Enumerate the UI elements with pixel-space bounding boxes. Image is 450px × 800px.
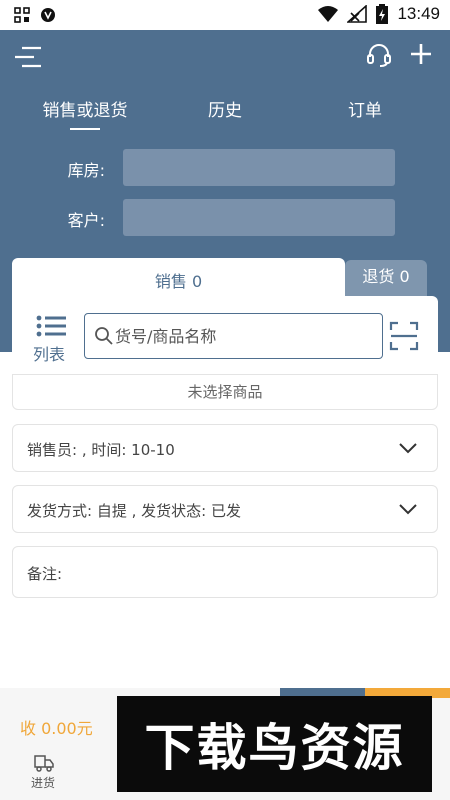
- search-input[interactable]: [115, 322, 375, 350]
- customer-field[interactable]: [123, 199, 395, 236]
- shipping-text: 发货方式: 自提 , 发货状态: 已发: [27, 502, 241, 520]
- menu-icon[interactable]: [14, 45, 42, 69]
- battery-icon: [376, 4, 389, 24]
- stock-label[interactable]: 进货: [31, 774, 55, 791]
- watermark: 下载鸟资源: [117, 696, 432, 792]
- empty-goods-message: 未选择商品: [12, 374, 438, 410]
- apps-icon: [14, 7, 30, 23]
- chevron-down-icon: [399, 443, 417, 454]
- seller-text: 销售员: , 时间: 10-10: [27, 441, 175, 459]
- active-tab-indicator: [70, 128, 100, 130]
- shield-icon: [41, 8, 55, 22]
- headset-icon[interactable]: [366, 42, 392, 68]
- top-tabs: 销售或退货 历史 订单: [0, 96, 450, 136]
- search-icon: [95, 327, 113, 345]
- add-icon[interactable]: [409, 42, 433, 66]
- total-amount: 收 0.00元: [20, 719, 93, 738]
- seller-card[interactable]: 销售员: , 时间: 10-10: [12, 424, 438, 472]
- truck-icon[interactable]: [32, 752, 56, 774]
- tab-sale-label[interactable]: 销售 0: [12, 268, 345, 292]
- tab-orders[interactable]: 订单: [330, 96, 400, 121]
- shipping-card[interactable]: 发货方式: 自提 , 发货状态: 已发: [12, 485, 438, 533]
- list-label[interactable]: 列表: [33, 341, 65, 365]
- tab-sale-return[interactable]: 销售或退货: [35, 96, 135, 121]
- tab-history[interactable]: 历史: [190, 96, 260, 121]
- wifi-icon: [318, 6, 339, 22]
- scan-icon[interactable]: [389, 321, 419, 351]
- remark-card[interactable]: 备注:: [12, 546, 438, 598]
- customer-label: 客户:: [67, 211, 105, 230]
- warehouse-field[interactable]: [123, 149, 395, 186]
- tab-return-card[interactable]: 退货 0: [345, 260, 427, 296]
- status-bar: 13:49: [0, 0, 450, 30]
- clock: 13:49: [397, 4, 440, 23]
- signal-icon: [347, 5, 368, 23]
- remark-label: 备注:: [27, 565, 63, 583]
- watermark-text: 下载鸟资源: [144, 719, 405, 777]
- list-icon[interactable]: [36, 315, 66, 337]
- warehouse-label: 库房:: [67, 161, 105, 180]
- chevron-down-icon: [399, 504, 417, 515]
